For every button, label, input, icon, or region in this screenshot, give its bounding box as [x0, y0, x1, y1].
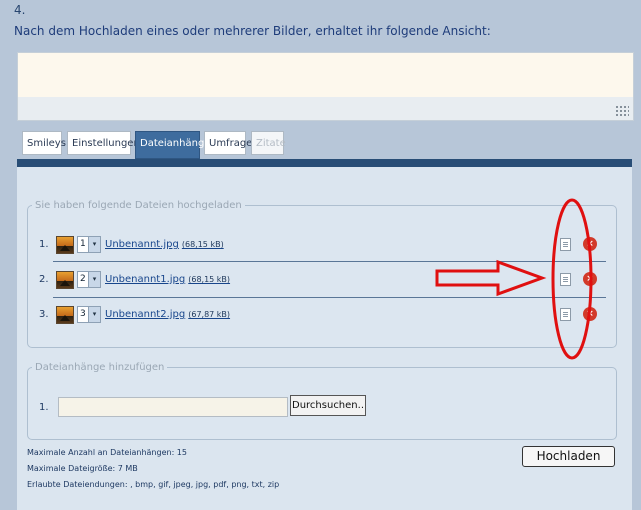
- file-number: 2.: [39, 274, 49, 285]
- uploaded-files-legend: Sie haben folgende Dateien hochgeladen: [35, 200, 242, 211]
- delete-icon[interactable]: ×: [583, 272, 597, 286]
- allowed-extensions-info: Erlaubte Dateiendungen: , bmp, gif, jpeg…: [27, 480, 280, 489]
- chevron-down-icon: ▾: [88, 237, 100, 252]
- file-name-link[interactable]: Unbenannt2.jpg (67,87 kB): [105, 309, 230, 320]
- uploaded-file-row: 1. 1 ▾ Unbenannt.jpg (68,15 kB) ×: [28, 231, 616, 261]
- image-thumbnail-icon: [56, 271, 74, 289]
- message-editor[interactable]: [17, 52, 634, 98]
- chevron-down-icon: ▾: [88, 272, 100, 287]
- delete-icon[interactable]: ×: [583, 237, 597, 251]
- file-name[interactable]: Unbenannt2.jpg: [105, 309, 185, 320]
- image-thumbnail-icon: [56, 236, 74, 254]
- panel-header-bar: [17, 159, 632, 167]
- tab-einstellungen[interactable]: Einstellungen: [67, 131, 140, 155]
- upload-button[interactable]: Hochladen: [522, 446, 615, 467]
- max-attachments-info: Maximale Anzahl an Dateianhängen: 15: [27, 448, 187, 457]
- uploaded-file-row: 2. 2 ▾ Unbenannt1.jpg (68,15 kB) ×: [28, 266, 616, 296]
- tab-zitate: Zitate: [251, 131, 286, 155]
- file-size: (68,15 kB): [181, 240, 224, 249]
- insert-document-icon[interactable]: [560, 238, 571, 251]
- file-order-select[interactable]: 1 ▾: [77, 236, 101, 253]
- resize-grip-icon[interactable]: [615, 105, 629, 117]
- file-size: (68,15 kB): [188, 275, 231, 284]
- file-number: 3.: [39, 309, 49, 320]
- uploaded-files-group: Sie haben folgende Dateien hochgeladen 1…: [27, 200, 617, 348]
- delete-icon[interactable]: ×: [583, 307, 597, 321]
- editor-resize-bar: [17, 97, 634, 121]
- image-thumbnail-icon: [56, 306, 74, 324]
- tab-smileys[interactable]: Smileys: [22, 131, 66, 155]
- step-number: 4.: [14, 3, 26, 17]
- file-name-link[interactable]: Unbenannt.jpg (68,15 kB): [105, 239, 224, 250]
- file-name-link[interactable]: Unbenannt1.jpg (68,15 kB): [105, 274, 230, 285]
- file-order-value: 2: [80, 274, 86, 284]
- max-filesize-info: Maximale Dateigröße: 7 MB: [27, 464, 138, 473]
- file-size: (67,87 kB): [188, 310, 231, 319]
- row-divider: [53, 297, 606, 298]
- file-order-value: 3: [80, 309, 86, 319]
- file-order-select[interactable]: 2 ▾: [77, 271, 101, 288]
- attachment-number: 1.: [39, 402, 49, 413]
- tab-dateianhaenge[interactable]: Dateianhänge: [135, 131, 210, 159]
- insert-document-icon[interactable]: [560, 273, 571, 286]
- add-attachments-legend: Dateianhänge hinzufügen: [35, 362, 165, 373]
- uploaded-file-row: 3. 3 ▾ Unbenannt2.jpg (67,87 kB) ×: [28, 301, 616, 331]
- file-order-value: 1: [80, 239, 86, 249]
- file-number: 1.: [39, 239, 49, 250]
- chevron-down-icon: ▾: [88, 307, 100, 322]
- file-name[interactable]: Unbenannt.jpg: [105, 239, 179, 250]
- row-divider: [53, 261, 606, 262]
- file-name[interactable]: Unbenannt1.jpg: [105, 274, 185, 285]
- attachments-panel: Sie haben folgende Dateien hochgeladen 1…: [17, 167, 632, 510]
- tab-umfrage[interactable]: Umfrage: [204, 131, 252, 155]
- file-path-input[interactable]: [58, 397, 288, 417]
- insert-document-icon[interactable]: [560, 308, 571, 321]
- file-order-select[interactable]: 3 ▾: [77, 306, 101, 323]
- add-attachments-group: Dateianhänge hinzufügen 1. Durchsuchen..: [27, 362, 617, 440]
- intro-text: Nach dem Hochladen eines oder mehrerer B…: [14, 24, 491, 38]
- browse-button[interactable]: Durchsuchen..: [290, 395, 366, 416]
